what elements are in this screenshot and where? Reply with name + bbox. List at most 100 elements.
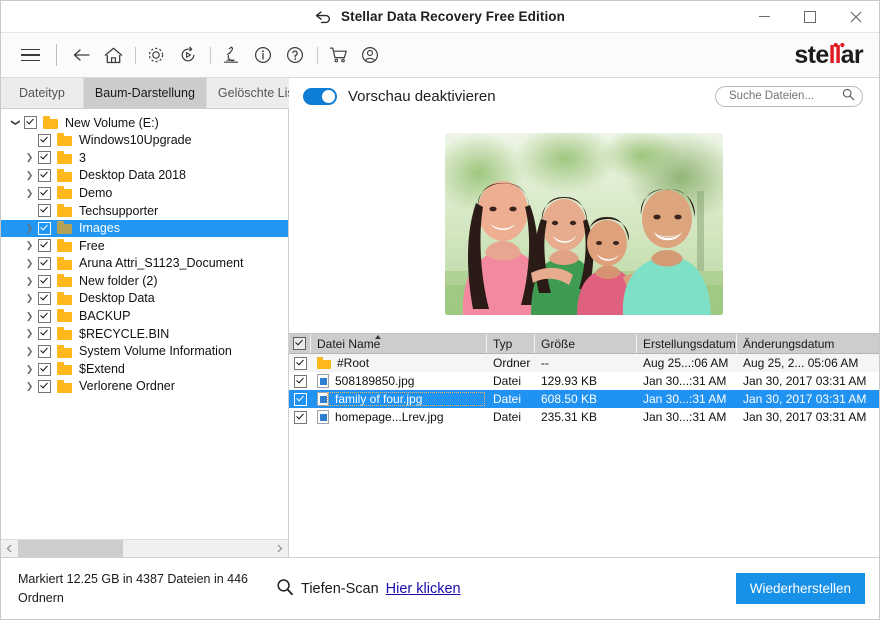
marked-summary: Markiert 12.25 GB in 4387 Dateien in 446… — [18, 572, 248, 605]
tree-item-checkbox[interactable] — [24, 116, 37, 130]
search-input[interactable] — [727, 89, 842, 103]
tree-item-checkbox[interactable] — [38, 362, 51, 376]
close-button[interactable] — [833, 1, 879, 32]
chevron-right-icon[interactable]: ❯ — [21, 240, 38, 251]
chevron-down-icon[interactable]: ❯ — [10, 114, 21, 131]
folder-tree[interactable]: ❯ New Volume (E:) Windows10Upgrade ❯ 3 ❯ Deskt… — [1, 109, 288, 539]
tree-item-label: Images — [79, 221, 120, 236]
row-checkbox-cell[interactable] — [289, 356, 311, 370]
tree-item[interactable]: ❯ Aruna Attri_S1123_Document — [1, 255, 288, 273]
tree-item-checkbox[interactable] — [38, 221, 51, 235]
chevron-right-icon[interactable]: ❯ — [21, 311, 38, 322]
deep-scan-label: Tiefen-Scan — [301, 580, 379, 597]
tree-item-checkbox[interactable] — [38, 380, 51, 394]
tree-item[interactable]: ❯ Demo — [1, 184, 288, 202]
tree-horizontal-scrollbar[interactable] — [1, 539, 288, 557]
row-checkbox-cell[interactable] — [289, 392, 311, 406]
minimize-button[interactable] — [741, 1, 787, 32]
microscope-icon[interactable] — [216, 40, 246, 70]
tree-item[interactable]: ❯ 3 — [1, 149, 288, 167]
row-checkbox[interactable] — [293, 410, 307, 424]
tree-item[interactable]: Windows10Upgrade — [1, 132, 288, 150]
tree-item-label: Techsupporter — [79, 203, 159, 218]
preview-toggle[interactable] — [303, 87, 337, 105]
tree-item[interactable]: ❯ Desktop Data — [1, 290, 288, 308]
tree-item-checkbox[interactable] — [38, 239, 51, 253]
tree-item[interactable]: ❯ Free — [1, 237, 288, 255]
chevron-right-icon[interactable]: ❯ — [21, 152, 38, 163]
tree-item-checkbox[interactable] — [38, 345, 51, 359]
recover-button[interactable]: Wiederherstellen — [735, 573, 865, 604]
tab-dateityp[interactable]: Dateityp — [1, 78, 84, 108]
tree-item-checkbox[interactable] — [38, 169, 51, 183]
maximize-button[interactable] — [787, 1, 833, 32]
tree-item-label: Verlorene Ordner — [79, 379, 175, 394]
tree-item[interactable]: ❯ Images — [1, 219, 288, 238]
table-body[interactable]: #Root Ordner -- Aug 25...:06 AM Aug 25, 2...… — [289, 354, 879, 557]
table-row[interactable]: 508189850.jpg Datei 129.93 KB Jan 30...:31 … — [289, 372, 879, 390]
chevron-right-icon[interactable]: ❯ — [21, 170, 38, 181]
tab-baum-darstellung[interactable]: Baum-Darstellung — [83, 78, 207, 108]
scrollbar-thumb[interactable] — [18, 540, 123, 557]
menu-icon[interactable] — [15, 40, 45, 70]
tree-item-checkbox[interactable] — [38, 151, 51, 165]
tree-item-checkbox[interactable] — [38, 257, 51, 271]
chevron-right-icon[interactable]: ❯ — [21, 276, 38, 287]
select-all-checkbox[interactable] — [293, 337, 306, 350]
scroll-left-button[interactable] — [1, 540, 18, 557]
row-checkbox-cell[interactable] — [289, 374, 311, 388]
scrollbar-track[interactable] — [18, 540, 271, 557]
chevron-right-icon[interactable]: ❯ — [21, 188, 38, 199]
tree-item[interactable]: ❯ BACKUP — [1, 308, 288, 326]
row-checkbox[interactable] — [293, 374, 307, 388]
tree-item-checkbox[interactable] — [38, 186, 51, 200]
deep-scan-link[interactable]: Hier klicken — [386, 581, 461, 597]
scroll-right-button[interactable] — [271, 540, 288, 557]
home-icon[interactable] — [98, 40, 128, 70]
chevron-right-icon[interactable]: ❯ — [21, 346, 38, 357]
row-checkbox-cell[interactable] — [289, 410, 311, 424]
tree-item-checkbox[interactable] — [38, 327, 51, 341]
tree-item[interactable]: ❯ $Extend — [1, 360, 288, 378]
chevron-right-icon[interactable]: ❯ — [21, 293, 38, 304]
chevron-right-icon[interactable]: ❯ — [21, 258, 38, 269]
table-row[interactable]: #Root Ordner -- Aug 25...:06 AM Aug 25, 2...… — [289, 354, 879, 372]
column-header-created[interactable]: Erstellungsdatum — [637, 334, 737, 353]
image-file-icon — [317, 374, 329, 388]
chevron-right-icon[interactable]: ❯ — [21, 364, 38, 375]
back-icon[interactable] — [66, 40, 96, 70]
column-header-size[interactable]: Größe — [535, 334, 637, 353]
folder-icon — [57, 168, 72, 182]
tree-item[interactable]: ❯ Verlorene Ordner — [1, 378, 288, 396]
row-checkbox[interactable] — [293, 392, 307, 406]
tree-item-checkbox[interactable] — [38, 309, 51, 323]
tree-item-checkbox[interactable] — [38, 292, 51, 306]
tree-item[interactable]: ❯ New Volume (E:) — [1, 114, 288, 132]
history-icon[interactable] — [173, 40, 203, 70]
select-all-header[interactable] — [289, 334, 311, 353]
chevron-right-icon[interactable]: ❯ — [21, 328, 38, 339]
help-icon[interactable] — [280, 40, 310, 70]
tree-item[interactable]: ❯ New folder (2) — [1, 272, 288, 290]
table-row[interactable]: family of four.jpg Datei 608.50 KB Jan 30..… — [289, 390, 879, 408]
table-row[interactable]: homepage...Lrev.jpg Datei 235.31 KB Jan 30.… — [289, 408, 879, 426]
search-box[interactable] — [715, 85, 863, 107]
tree-item-checkbox[interactable] — [38, 204, 51, 218]
tree-item[interactable]: ❯ Desktop Data 2018 — [1, 167, 288, 185]
column-header-modified[interactable]: Änderungsdatum — [737, 334, 879, 353]
chevron-right-icon[interactable]: ❯ — [21, 381, 38, 392]
tree-item-checkbox[interactable] — [38, 274, 51, 288]
tree-item[interactable]: ❯ $RECYCLE.BIN — [1, 325, 288, 343]
chevron-right-icon[interactable]: ❯ — [21, 223, 38, 234]
column-header-type[interactable]: Typ — [487, 334, 535, 353]
info-icon[interactable] — [248, 40, 278, 70]
account-icon[interactable] — [355, 40, 385, 70]
settings-gear-icon[interactable] — [141, 40, 171, 70]
tree-item[interactable]: ❯ System Volume Information — [1, 343, 288, 361]
tree-item[interactable]: Techsupporter — [1, 202, 288, 220]
tree-item-checkbox[interactable] — [38, 133, 51, 147]
row-checkbox[interactable] — [293, 356, 307, 370]
column-header-name[interactable]: Datei Name — [311, 334, 487, 353]
cart-icon[interactable] — [323, 40, 353, 70]
folder-icon — [57, 291, 72, 305]
